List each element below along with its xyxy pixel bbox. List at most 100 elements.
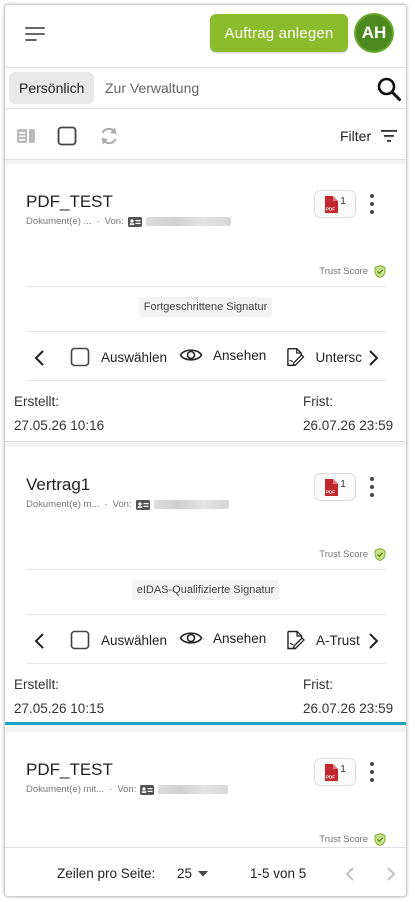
- select-action[interactable]: Auswählen: [69, 629, 167, 651]
- pdf-count: 1: [340, 763, 346, 775]
- pdf-file-icon: PDF: [325, 478, 339, 496]
- avatar[interactable]: AH: [354, 13, 394, 53]
- created-label: Erstellt:: [14, 394, 60, 409]
- documents-label: Dokument(e) ...: [26, 216, 92, 227]
- id-card-icon: [140, 784, 155, 795]
- sign-action[interactable]: Untersc: [284, 346, 362, 368]
- divider: [26, 286, 386, 287]
- chevron-left-icon[interactable]: [33, 631, 47, 651]
- order-card[interactable]: PDF_TEST Dokument(e) ... · Von: PDF 1 Tr…: [5, 164, 406, 442]
- split-view-icon[interactable]: [15, 125, 37, 147]
- order-card[interactable]: PDF_TEST Dokument(e) mit... · Von: PDF 1…: [5, 732, 406, 847]
- created-value: 27.05.26 10:16: [14, 418, 105, 433]
- checkbox-icon: [70, 630, 90, 650]
- from-label: Von:: [104, 216, 124, 227]
- sign-label: A-Trust: [316, 632, 360, 648]
- sender-name-redacted: [145, 217, 231, 226]
- divider: [26, 380, 386, 381]
- pagination-bar: Zeilen pro Seite: 25 1-5 von 5: [5, 847, 406, 896]
- order-meta: Dokument(e) ... · Von:: [26, 216, 231, 227]
- more-options-icon[interactable]: [366, 475, 378, 499]
- divider: [26, 663, 386, 664]
- more-options-icon[interactable]: [366, 760, 378, 784]
- view-action[interactable]: Ansehen: [179, 346, 266, 364]
- more-options-icon[interactable]: [366, 192, 378, 216]
- select-label: Auswählen: [101, 349, 168, 365]
- select-action[interactable]: Auswählen: [69, 346, 167, 368]
- top-bar: Auftrag anlegen AH: [5, 5, 406, 63]
- tab-administration[interactable]: Zur Verwaltung: [95, 72, 209, 104]
- trust-score: Trust Score: [319, 548, 386, 561]
- sender-name-redacted: [153, 500, 229, 509]
- documents-label: Dokument(e) mit...: [26, 784, 105, 795]
- chevron-right-icon[interactable]: [366, 348, 380, 368]
- refresh-icon[interactable]: [98, 125, 120, 147]
- signature-pen-icon: [287, 348, 305, 367]
- deadline-label: Frist:: [303, 394, 333, 409]
- pdf-file-icon: PDF: [325, 763, 339, 781]
- pdf-document-badge[interactable]: PDF 1: [314, 190, 356, 218]
- view-label: Ansehen: [213, 347, 267, 363]
- divider: [26, 331, 386, 332]
- pdf-file-icon: PDF: [325, 195, 339, 213]
- filter-lines-icon: [381, 130, 398, 142]
- svg-text:PDF: PDF: [326, 206, 335, 211]
- eye-icon: [179, 349, 203, 361]
- sign-action[interactable]: A-Trust: [284, 629, 362, 651]
- documents-label: Dokument(e) m...: [26, 499, 100, 510]
- shield-check-icon: [374, 833, 386, 846]
- shield-check-icon: [374, 265, 386, 278]
- created-label: Erstellt:: [14, 677, 60, 692]
- from-label: Von:: [112, 499, 132, 510]
- signature-type: Fortgeschrittene Signatur: [5, 297, 406, 317]
- app-frame: Auftrag anlegen AH Persönlich Zur Verwal…: [4, 4, 407, 897]
- pdf-document-badge[interactable]: PDF 1: [314, 758, 356, 786]
- trust-score-label: Trust Score: [319, 834, 368, 845]
- rows-per-page-value: 25: [177, 866, 193, 881]
- signature-type-label: Fortgeschrittene Signatur: [138, 297, 273, 317]
- card-dates: Erstellt: 27.05.26 10:16 Frist: 26.07.26…: [5, 390, 406, 438]
- divider: [26, 614, 386, 615]
- card-dates: Erstellt: 27.05.26 10:15 Frist: 26.07.26…: [5, 673, 406, 721]
- create-order-button[interactable]: Auftrag anlegen: [210, 14, 348, 52]
- order-title: PDF_TEST: [26, 760, 113, 779]
- order-meta: Dokument(e) mit... · Von:: [26, 784, 229, 795]
- order-card[interactable]: Vertrag1 Dokument(e) m... · Von: PDF 1 T…: [5, 447, 406, 725]
- order-title: Vertrag1: [26, 475, 91, 494]
- view-action[interactable]: Ansehen: [179, 629, 266, 647]
- svg-text:PDF: PDF: [326, 774, 335, 779]
- pdf-count: 1: [340, 478, 346, 490]
- tab-personal[interactable]: Persönlich: [9, 72, 95, 104]
- deadline-value: 26.07.26 23:59: [303, 701, 394, 716]
- checkbox-icon: [70, 347, 90, 367]
- order-list: PDF_TEST Dokument(e) ... · Von: PDF 1 Tr…: [5, 159, 406, 847]
- svg-text:PDF: PDF: [326, 489, 335, 494]
- previous-page-icon[interactable]: [342, 864, 360, 884]
- created-value: 27.05.26 10:15: [14, 701, 105, 716]
- signature-pen-icon: [287, 630, 305, 650]
- next-page-icon[interactable]: [381, 864, 399, 884]
- id-card-icon: [135, 499, 150, 510]
- tab-bar: Persönlich Zur Verwaltung: [5, 67, 406, 109]
- order-title: PDF_TEST: [26, 192, 113, 211]
- chevron-left-icon[interactable]: [33, 348, 47, 368]
- deadline-label: Frist:: [303, 677, 333, 692]
- page-range: 1-5 von 5: [250, 866, 307, 881]
- rows-per-page-label: Zeilen pro Seite:: [57, 866, 156, 881]
- caret-down-icon: [198, 870, 209, 876]
- pdf-document-badge[interactable]: PDF 1: [314, 473, 356, 501]
- sign-label: Untersc: [315, 349, 362, 365]
- trust-score-label: Trust Score: [319, 266, 368, 277]
- pdf-count: 1: [340, 195, 346, 207]
- rows-per-page-select[interactable]: 25: [177, 866, 209, 881]
- card-actions: Auswählen Ansehen: [5, 338, 406, 378]
- order-meta: Dokument(e) m... · Von:: [26, 499, 229, 510]
- card-actions: Auswählen Ansehen: [5, 621, 406, 661]
- filter-button[interactable]: Filter: [340, 125, 398, 147]
- search-icon[interactable]: [376, 76, 402, 102]
- filter-label: Filter: [340, 128, 372, 144]
- chevron-right-icon[interactable]: [366, 631, 380, 651]
- trust-score: Trust Score: [319, 265, 386, 278]
- hamburger-menu-icon[interactable]: [25, 25, 47, 43]
- select-all-checkbox[interactable]: [56, 125, 78, 147]
